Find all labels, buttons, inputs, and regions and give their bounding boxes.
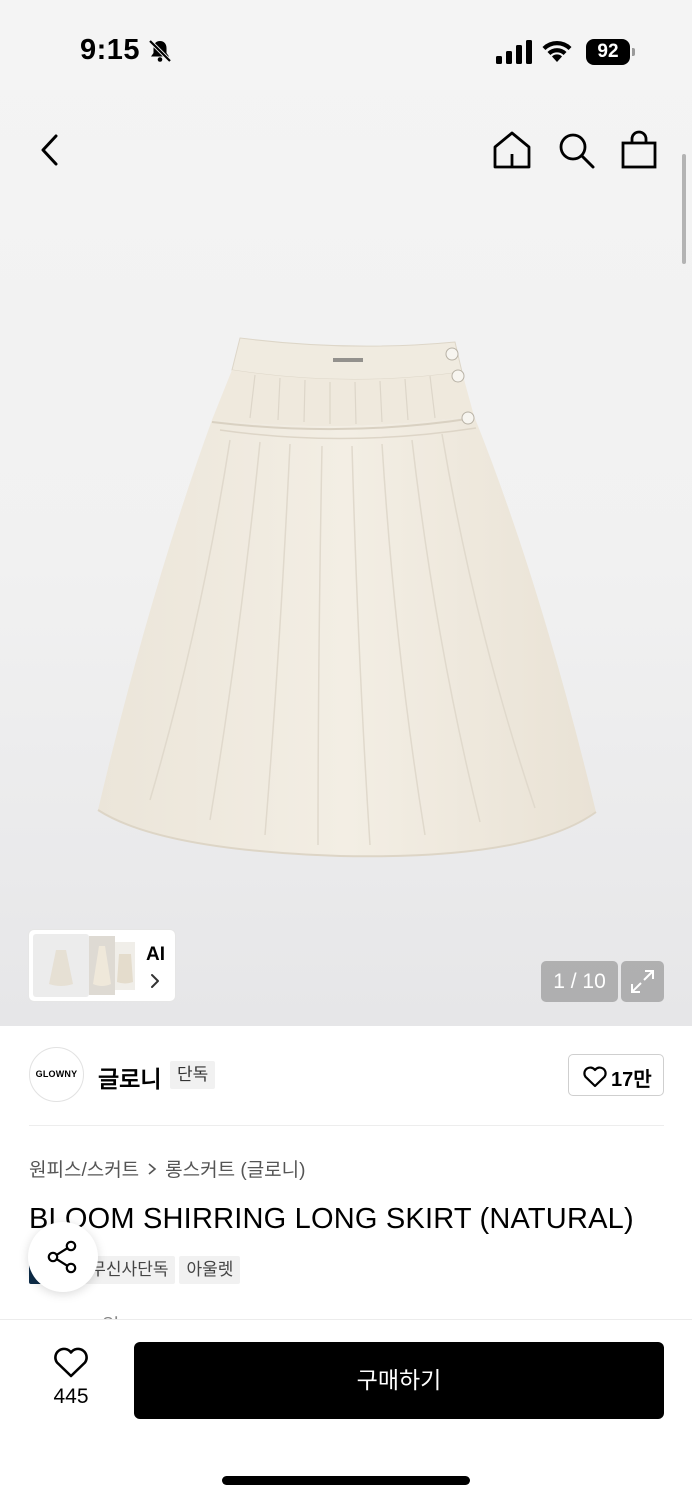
cellular-signal-icon [496,40,532,64]
battery-indicator: 92 [586,39,636,65]
product-like-button[interactable]: 445 [34,1343,108,1417]
divider [29,1125,664,1126]
fullscreen-button[interactable] [621,961,664,1002]
buy-button[interactable]: 구매하기 [134,1342,664,1419]
outlet-badge: 아울렛 [179,1256,241,1284]
thumbnail-front[interactable] [33,934,89,997]
product-like-count: 445 [53,1385,89,1408]
breadcrumb-category[interactable]: 원피스/스커트 [29,1155,139,1182]
product-title: BLOOM SHIRRING LONG SKIRT (NATURAL) [29,1203,634,1235]
expand-icon [631,970,654,993]
brand-logo[interactable]: GLOWNY [29,1047,84,1102]
thumbnail-side[interactable] [89,936,115,995]
share-button[interactable] [28,1222,98,1292]
thumbnail-strip[interactable]: AI [28,929,176,1002]
share-icon [47,1240,77,1274]
brand-exclusive-tag: 단독 [170,1061,216,1089]
image-page-counter: 1 / 10 [541,961,618,1002]
breadcrumb: 원피스/스커트 롱스커트 (글로니) [29,1155,305,1182]
home-icon[interactable] [490,128,534,172]
battery-tip [632,48,635,56]
thumbnail-detail[interactable] [115,942,135,990]
chevron-right-icon [148,1162,157,1175]
status-time: 9:15 [80,34,141,66]
shopping-bag-icon[interactable] [617,128,661,172]
chevron-right-icon[interactable] [148,972,162,990]
battery-level: 92 [586,39,630,65]
chevron-left-icon[interactable] [30,128,70,172]
heart-icon [54,1347,88,1378]
brand-name[interactable]: 글로니 [98,1060,161,1094]
home-indicator[interactable] [222,1476,470,1485]
ai-label[interactable]: AI [146,944,165,966]
breadcrumb-subcategory[interactable]: 롱스커트 (글로니) [165,1155,305,1182]
heart-icon [583,1066,607,1088]
wifi-icon [542,40,572,62]
search-icon[interactable] [554,128,598,172]
brand-like-button[interactable]: 17만 [568,1054,664,1096]
brand-like-count: 17만 [611,1069,652,1091]
product-image[interactable] [90,330,606,870]
bell-off-icon [148,39,172,63]
product-image-gallery[interactable]: 9:15 92 AI 1 / 10 [0,0,692,1026]
scroll-indicator[interactable] [682,154,686,264]
